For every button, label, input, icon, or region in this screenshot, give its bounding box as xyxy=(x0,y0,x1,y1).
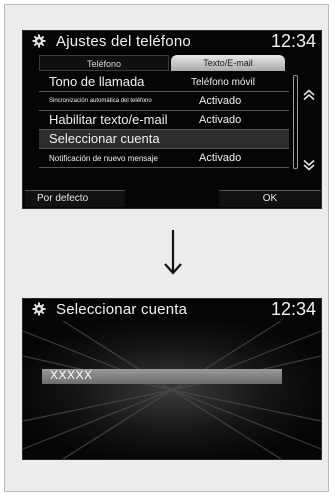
scrollbar[interactable] xyxy=(293,75,298,169)
title-bar: Ajustes del teléfono 12:34 xyxy=(23,31,321,53)
list-item-value: Activado xyxy=(199,114,242,126)
tab-text-email[interactable]: Texto/E-mail xyxy=(171,55,285,71)
list-item-ringtone[interactable]: Tono de llamada Teléfono móvil xyxy=(39,73,289,92)
list-item-value: Activado xyxy=(199,95,242,107)
list-item-new-message-notification[interactable]: Notificación de nuevo mensaje Activado xyxy=(39,149,289,168)
tab-bar: Teléfono Texto/E-mail xyxy=(23,55,321,72)
list-item-select-account[interactable]: Seleccionar cuenta xyxy=(39,130,289,149)
list-item-value: Activado xyxy=(199,152,242,164)
list-item-label: Notificación de nuevo mensaje xyxy=(49,154,158,163)
account-name: XXXXX xyxy=(50,368,93,382)
list-item-label: Habilitar texto/e-mail xyxy=(49,112,168,127)
select-account-screen: Seleccionar cuenta 12:34 XXXXX xyxy=(22,298,322,460)
list-item-label: Seleccionar cuenta xyxy=(49,131,160,146)
ok-button[interactable]: OK xyxy=(219,190,321,207)
list-item-value: Teléfono móvil xyxy=(191,77,255,88)
default-button[interactable]: Por defecto xyxy=(25,190,125,207)
double-chevron-up-icon[interactable] xyxy=(302,89,316,101)
gear-icon xyxy=(32,302,46,316)
gear-icon xyxy=(32,34,46,48)
double-chevron-down-icon[interactable] xyxy=(302,159,316,171)
background-light-rays xyxy=(23,321,321,459)
list-item-label: Tono de llamada xyxy=(49,74,145,89)
list-item-label: Sincronización automática del teléfono xyxy=(49,98,152,104)
list-item-enable-text-email[interactable]: Habilitar texto/e-mail Activado xyxy=(39,111,289,130)
tab-phone[interactable]: Teléfono xyxy=(39,55,169,71)
screen-title: Ajustes del teléfono xyxy=(56,33,191,50)
clock: 12:34 xyxy=(270,31,316,51)
figure-frame: Ajustes del teléfono 12:34 Teléfono Text… xyxy=(4,4,329,492)
down-arrow-icon xyxy=(164,230,182,275)
account-item[interactable]: XXXXX xyxy=(42,368,282,384)
phone-settings-screen: Ajustes del teléfono 12:34 Teléfono Text… xyxy=(22,30,322,209)
list-item-auto-sync[interactable]: Sincronización automática del teléfono A… xyxy=(39,92,289,111)
screen-title: Seleccionar cuenta xyxy=(56,301,188,318)
clock: 12:34 xyxy=(270,299,316,319)
title-bar: Seleccionar cuenta 12:34 xyxy=(23,299,321,321)
